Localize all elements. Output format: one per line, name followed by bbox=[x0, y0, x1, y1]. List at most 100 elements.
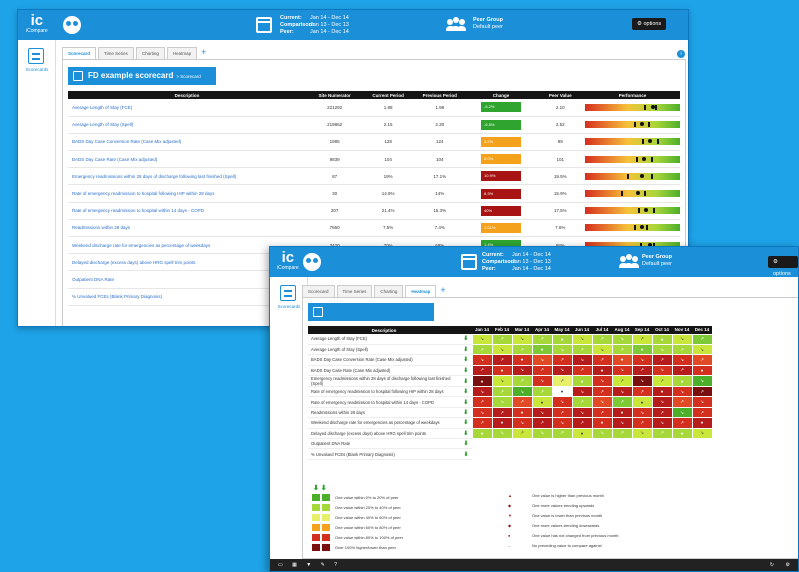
heatmap-cell[interactable]: ↘ bbox=[591, 427, 613, 440]
filter-icon[interactable]: ▼ bbox=[306, 562, 311, 568]
app-logo-2[interactable]: ic iCompare bbox=[277, 250, 299, 271]
heatmap-cell[interactable]: ↘ bbox=[471, 333, 493, 345]
table-row[interactable]: Average Length of Stay (FCE) 221292 1.88 1.… bbox=[68, 99, 680, 117]
heatmap-row[interactable]: BADS Day Case Rate (Case Mix adjusted) ⬇ ↗… bbox=[308, 364, 713, 377]
heatmap-cell[interactable]: ↘ bbox=[571, 333, 593, 345]
heatmap-cell[interactable]: ↘ bbox=[491, 375, 513, 388]
heatmap-cell[interactable]: ↗ bbox=[571, 364, 593, 377]
heatmap-cell[interactable]: ↗ bbox=[591, 354, 613, 366]
table-row[interactable]: Average Length of Stay (Spell) 219862 2.15… bbox=[68, 116, 680, 134]
heatmap-cell[interactable]: ↘ bbox=[551, 343, 573, 356]
heatmap-row[interactable]: Rate of emergency readmission to hospita… bbox=[308, 386, 713, 398]
heatmap-col-header-5[interactable]: May 14 bbox=[552, 326, 572, 334]
heatmap-cell[interactable]: ↗ bbox=[671, 396, 693, 408]
heatmap-row-description[interactable]: Rate of emergency readmission to hospita… bbox=[308, 396, 460, 408]
heatmap-cell[interactable]: ● bbox=[651, 386, 673, 398]
heatmap-cell[interactable]: ↘ bbox=[611, 417, 633, 429]
tab-time-series-2[interactable]: Time Series bbox=[336, 285, 373, 297]
col-header-3[interactable]: Previous Period bbox=[412, 91, 467, 99]
heatmap-row-description[interactable]: Readmissions within 28 days bbox=[308, 407, 460, 419]
heatmap-col-header-3[interactable]: Mar 14 bbox=[512, 326, 532, 334]
heatmap-row[interactable]: Outpatient DNA Rate ⬇ bbox=[308, 438, 712, 450]
heatmap-cell[interactable]: ● bbox=[551, 386, 573, 398]
info-icon[interactable]: i bbox=[677, 50, 685, 58]
heatmap-cell[interactable]: ↘ bbox=[491, 396, 513, 408]
heatmap-row[interactable]: Weekend discharge rate for emergencies a… bbox=[308, 417, 713, 429]
heatmap-cell[interactable]: ↗ bbox=[651, 354, 673, 366]
heatmap-cell[interactable]: ↗ bbox=[471, 417, 493, 429]
col-header-5[interactable]: Peer Value bbox=[535, 91, 585, 99]
heatmap-cell[interactable]: ↗ bbox=[471, 343, 493, 356]
help-icon[interactable]: ? bbox=[334, 562, 337, 568]
peer-group-icon-2[interactable] bbox=[619, 254, 639, 268]
calendar-icon[interactable] bbox=[256, 17, 272, 33]
row-description[interactable]: Rate of emergency readmission to hospita… bbox=[68, 184, 306, 203]
period-selector[interactable]: Current: Jan 14 - Dec 14 Comparison:Jan 1… bbox=[280, 15, 349, 36]
table-row[interactable]: Readmissions within 28 days 7660 7.5% 7.4% 1… bbox=[68, 219, 680, 238]
row-description[interactable]: BADS Day Case Conversion Rate (Case Mix … bbox=[68, 133, 306, 152]
table-row[interactable]: BADS Day Case Rate (Case Mix adjusted) 98… bbox=[68, 150, 680, 169]
heatmap-row-description[interactable]: Rate of emergency readmission to hospita… bbox=[308, 386, 460, 398]
heatmap-cell[interactable]: ● bbox=[571, 375, 593, 388]
heatmap-cell[interactable]: ↘ bbox=[671, 406, 693, 419]
heatmap-cell[interactable]: ↘ bbox=[611, 364, 633, 377]
heatmap-col-header-8[interactable]: Aug 14 bbox=[612, 326, 632, 334]
heatmap-col-header-2[interactable]: Feb 14 bbox=[492, 326, 512, 334]
period-selector-2[interactable]: Current: Jan 14 - Dec 14 Comparison:Jan 1… bbox=[482, 252, 551, 273]
heatmap-cell[interactable]: ↘ bbox=[691, 375, 713, 388]
heatmap-cell[interactable]: ↗ bbox=[651, 375, 673, 388]
heatmap-cell[interactable]: ↗ bbox=[671, 417, 693, 429]
tab-heatmap-2[interactable]: Heatmap bbox=[405, 285, 437, 297]
heatmap-cell[interactable]: ↘ bbox=[551, 417, 573, 429]
heatmap-cell[interactable]: ↗ bbox=[511, 427, 533, 440]
heatmap-col-header-4[interactable]: Apr 14 bbox=[532, 326, 552, 334]
heatmap-cell[interactable]: ↘ bbox=[551, 364, 573, 377]
heatmap-cell[interactable]: ↗ bbox=[531, 417, 553, 429]
peer-group-2[interactable]: Peer Group Default peer bbox=[642, 254, 672, 268]
heatmap-cell[interactable]: ● bbox=[611, 406, 633, 419]
heatmap-cell[interactable]: ↗ bbox=[571, 417, 593, 429]
heatmap-cell[interactable]: ↗ bbox=[491, 354, 513, 366]
heatmap-cell[interactable]: ↘ bbox=[611, 333, 633, 345]
heatmap-row[interactable]: Emergency readmissions within 28 days of… bbox=[308, 375, 713, 388]
heatmap-cell[interactable]: ↗ bbox=[631, 364, 653, 377]
tab-charting[interactable]: Charting bbox=[135, 47, 165, 59]
heatmap-col-header-10[interactable]: Oct 14 bbox=[652, 326, 672, 334]
heatmap-cell[interactable]: ↗ bbox=[631, 417, 653, 429]
heatmap-cell[interactable]: ● bbox=[631, 396, 653, 408]
heatmap-cell[interactable]: ↘ bbox=[511, 417, 533, 429]
heatmap-cell[interactable]: ● bbox=[591, 417, 613, 429]
heatmap-cell[interactable]: ↗ bbox=[491, 333, 513, 345]
heatmap-cell[interactable]: ↘ bbox=[631, 427, 653, 440]
heatmap-row-description[interactable]: Average Length of Stay (FCE) bbox=[308, 334, 460, 345]
tab-charting-2[interactable]: Charting bbox=[374, 285, 404, 297]
heatmap-cell[interactable]: ↘ bbox=[591, 396, 613, 408]
heatmap-cell[interactable]: ↘ bbox=[571, 406, 593, 419]
tools-icon[interactable]: ✎ bbox=[321, 562, 325, 568]
heatmap-cell[interactable]: ↘ bbox=[531, 375, 553, 388]
heatmap-cell[interactable]: ↘ bbox=[471, 406, 493, 419]
heatmap-cell[interactable]: ↘ bbox=[511, 333, 533, 345]
heatmap-cell[interactable]: ↘ bbox=[551, 396, 573, 408]
heatmap-cell[interactable]: ↘ bbox=[651, 343, 673, 356]
tab-scorecard[interactable]: Scorecard bbox=[62, 47, 97, 59]
heatmap-cell[interactable]: ↗ bbox=[671, 364, 693, 377]
monitor-icon[interactable]: ▭ bbox=[278, 562, 283, 568]
heatmap-cell[interactable]: ↘ bbox=[631, 406, 653, 419]
heatmap-cell[interactable]: ● bbox=[511, 406, 533, 419]
heatmap-cell[interactable]: ↗ bbox=[511, 343, 533, 356]
heatmap-cell[interactable]: ↗ bbox=[631, 333, 653, 345]
heatmap-cell[interactable]: ● bbox=[491, 364, 513, 377]
heatmap-cell[interactable]: ● bbox=[531, 343, 553, 356]
heatmap-cell[interactable]: ↘ bbox=[671, 333, 693, 345]
heatmap-cell[interactable]: ● bbox=[471, 427, 493, 440]
heatmap-cell[interactable]: ↗ bbox=[591, 386, 613, 398]
table-row[interactable]: Rate of emergency readmission to hospita… bbox=[68, 202, 680, 220]
heatmap-cell[interactable]: ● bbox=[611, 354, 633, 366]
owl-avatar-icon[interactable] bbox=[63, 16, 81, 34]
heatmap-row-description[interactable]: Weekend discharge rate for emergencies a… bbox=[308, 417, 460, 429]
heatmap-cell[interactable]: ↗ bbox=[571, 396, 593, 408]
grid-icon[interactable]: ▦ bbox=[292, 562, 297, 568]
heatmap-cell[interactable]: ● bbox=[471, 375, 493, 388]
table-row[interactable]: BADS Day Case Conversion Rate (Case Mix … bbox=[68, 133, 680, 152]
